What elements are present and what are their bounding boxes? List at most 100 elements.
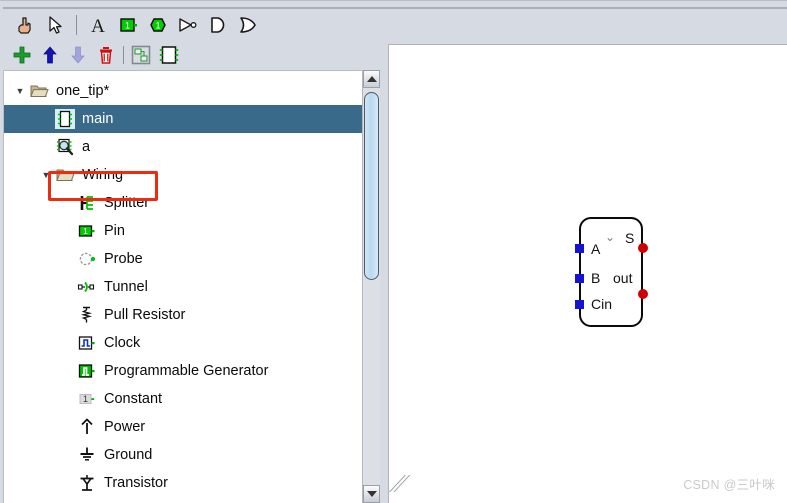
explorer-vertical-scrollbar[interactable] (362, 70, 380, 503)
tree-item-power[interactable]: Power (4, 413, 366, 441)
scrollbar-up-button[interactable] (363, 70, 380, 88)
label-b: B (591, 270, 601, 286)
canvas-resize-grip[interactable]: ⁄⁄ (392, 469, 418, 499)
tree-item-transistor[interactable]: Transistor (4, 469, 366, 497)
tree-item-constant[interactable]: 1 Constant (4, 385, 366, 413)
tree-item-label: Splitter (104, 194, 150, 211)
output-pin-out[interactable] (638, 289, 648, 299)
chevron-down-icon: ⌄ (605, 230, 616, 244)
tree-item-programmable-generator[interactable]: Programmable Generator (4, 357, 366, 385)
subcircuit-component[interactable]: ⌄ A B Cin S out (574, 217, 648, 327)
folder-open-icon (28, 80, 50, 102)
trash-icon[interactable] (92, 43, 120, 67)
input-pin-b[interactable] (574, 274, 584, 283)
input-pin-icon[interactable]: 1 (113, 11, 143, 39)
tree-item-label: Pull Resistor (104, 306, 186, 323)
and-gate-icon[interactable] (203, 11, 233, 39)
tree-item-label: Programmable Generator (104, 362, 269, 379)
svg-text:1: 1 (83, 394, 88, 404)
scrollbar-thumb[interactable] (364, 92, 379, 280)
tree-item-tunnel[interactable]: Tunnel (4, 273, 366, 301)
pull-resistor-icon (76, 304, 98, 326)
select-arrow-icon[interactable] (40, 11, 70, 39)
input-pin-cin[interactable] (574, 300, 584, 309)
tree-item-label: Pin (104, 222, 125, 239)
poke-hand-icon[interactable] (10, 11, 40, 39)
tree-item-main[interactable]: main (4, 105, 366, 133)
label-s: S (625, 230, 635, 246)
tree-item-label: Wiring (82, 166, 124, 183)
programmable-generator-icon (76, 360, 98, 382)
not-gate-icon[interactable] (173, 11, 203, 39)
tree-item-probe[interactable]: Probe (4, 245, 366, 273)
pane-divider[interactable] (380, 44, 388, 503)
tree-item-ground[interactable]: Ground (4, 441, 366, 469)
circuit-icon (54, 108, 76, 130)
output-pin-s[interactable] (638, 243, 648, 253)
svg-text:1: 1 (83, 226, 88, 236)
constant-icon: 1 (76, 388, 98, 410)
input-pin-a[interactable] (574, 244, 584, 253)
chevron-up-icon (366, 76, 377, 82)
explorer-pane: ▼ one_tip*main a ▼ Wiring Splitter 1 Pin Probe Tu… (3, 70, 371, 503)
circuit-layout-icon[interactable] (155, 43, 183, 67)
tree-item-label: Constant (104, 390, 163, 407)
main-toolbar: A 1 1 (0, 9, 787, 41)
label-out: out (613, 270, 633, 286)
power-icon (76, 416, 98, 438)
probe-icon (76, 248, 98, 270)
tree-item-one-tip[interactable]: ▼ one_tip* (4, 77, 366, 105)
tree-item-label: main (82, 110, 114, 127)
twisty-expanded-icon[interactable]: ▼ (38, 161, 54, 189)
tree-item-pull-resistor[interactable]: Pull Resistor (4, 301, 366, 329)
label-a: A (591, 241, 601, 257)
tunnel-icon (76, 276, 98, 298)
svg-text:A: A (91, 16, 105, 36)
text-tool-icon[interactable]: A (83, 11, 113, 39)
vhdl-content-icon[interactable] (127, 43, 155, 67)
ground-icon (76, 444, 98, 466)
pin-icon: 1 (76, 220, 98, 242)
logisim-window: A 1 1 ▼ one_tip* main a ▼ Wiring Splitte… (0, 0, 787, 503)
tree-item-label: Transistor (104, 474, 168, 491)
folder-open-icon (54, 164, 76, 186)
chevron-down-icon (366, 491, 377, 497)
arrow-up-icon[interactable] (36, 43, 64, 67)
plus-icon[interactable] (8, 43, 36, 67)
tree-item-label: a (82, 138, 91, 155)
splitter-icon (76, 192, 98, 214)
arrow-down-icon[interactable] (64, 43, 92, 67)
circuit-tree[interactable]: ▼ one_tip*main a ▼ Wiring Splitter 1 Pin Probe Tu… (4, 71, 366, 503)
tree-item-splitter[interactable]: Splitter (4, 189, 366, 217)
output-pin-icon[interactable]: 1 (143, 11, 173, 39)
window-top-border (0, 0, 787, 1)
tree-item-label: Tunnel (104, 278, 148, 295)
tree-item-pin[interactable]: 1 Pin (4, 217, 366, 245)
tree-item-label: Probe (104, 250, 143, 267)
svg-text:1: 1 (125, 21, 130, 31)
tree-item-label: Power (104, 418, 146, 435)
or-gate-icon[interactable] (233, 11, 263, 39)
tree-item-wiring[interactable]: ▼ Wiring (4, 161, 366, 189)
clock-icon (76, 332, 98, 354)
tree-item-label: Ground (104, 446, 153, 463)
toolbar-separator-1 (76, 15, 77, 35)
circuit-canvas[interactable]: ⌄ A B Cin S out ⁄⁄ CSDN @三叶咪 (388, 44, 787, 503)
scrollbar-down-button[interactable] (363, 485, 380, 503)
tree-item-clock[interactable]: Clock (4, 329, 366, 357)
tree-item-a[interactable]: a (4, 133, 366, 161)
tree-item-label: one_tip* (56, 82, 110, 99)
label-cin: Cin (591, 296, 613, 312)
twisty-expanded-icon[interactable]: ▼ (12, 77, 28, 105)
